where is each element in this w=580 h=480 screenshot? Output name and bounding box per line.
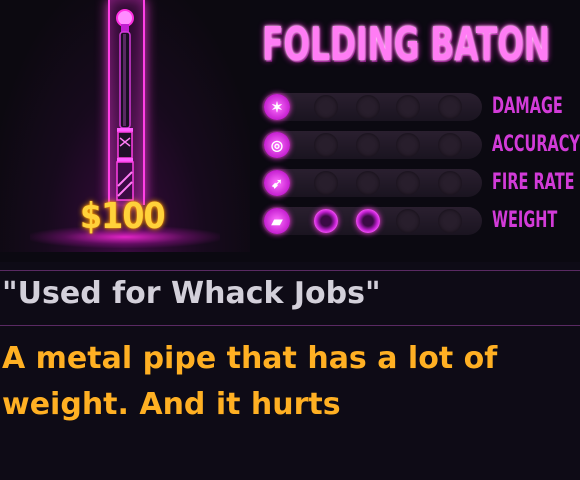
stat-label-weight: WEIGHT [492,208,558,233]
stat-pip [396,171,420,195]
stat-track: ◎ [262,131,482,159]
stat-label-accuracy: ACCURACY [492,132,580,157]
stat-pip [356,171,380,195]
weapon-title: FOLDING BATON [262,17,550,71]
weapon-card: $100 [0,0,250,252]
stat-pip [356,133,380,157]
divider-top [0,270,580,271]
stat-pip [314,171,338,195]
stat-track: ▰ [262,207,482,235]
stat-pip [438,171,462,195]
stat-track: ✶ [262,93,482,121]
stat-pip [438,133,462,157]
stat-pip [438,209,462,233]
divider-bottom [0,325,580,326]
stat-pip [396,133,420,157]
stat-pip-filled [356,209,380,233]
weapon-quote: "Used for Whack Jobs" [2,276,381,311]
damage-icon: ✶ [264,94,290,120]
stat-label-fire-rate: FIRE RATE [492,170,575,195]
weapon-header-panel: $100 FOLDING BATON ✶ DAMAGE ◎ ACCURACY ➹ [0,0,580,262]
stat-row-damage: ✶ DAMAGE [262,93,580,121]
stat-track: ➹ [262,169,482,197]
weight-icon: ▰ [264,208,290,234]
weapon-description: A metal pipe that has a lot of weight. A… [2,341,498,422]
stat-row-weight: ▰ WEIGHT [262,207,580,235]
stat-pip [438,95,462,119]
stat-label-damage: DAMAGE [492,94,563,119]
price-label: $100 [80,196,166,237]
fire-rate-icon: ➹ [264,170,290,196]
baton-image [116,9,134,201]
stat-pip-filled [314,209,338,233]
stat-pip [314,133,338,157]
stat-pip [356,95,380,119]
stat-row-fire-rate: ➹ FIRE RATE [262,169,580,197]
stat-row-accuracy: ◎ ACCURACY [262,131,580,159]
stat-pip [396,209,420,233]
stat-pip [396,95,420,119]
stat-pip [314,95,338,119]
accuracy-icon: ◎ [264,132,290,158]
